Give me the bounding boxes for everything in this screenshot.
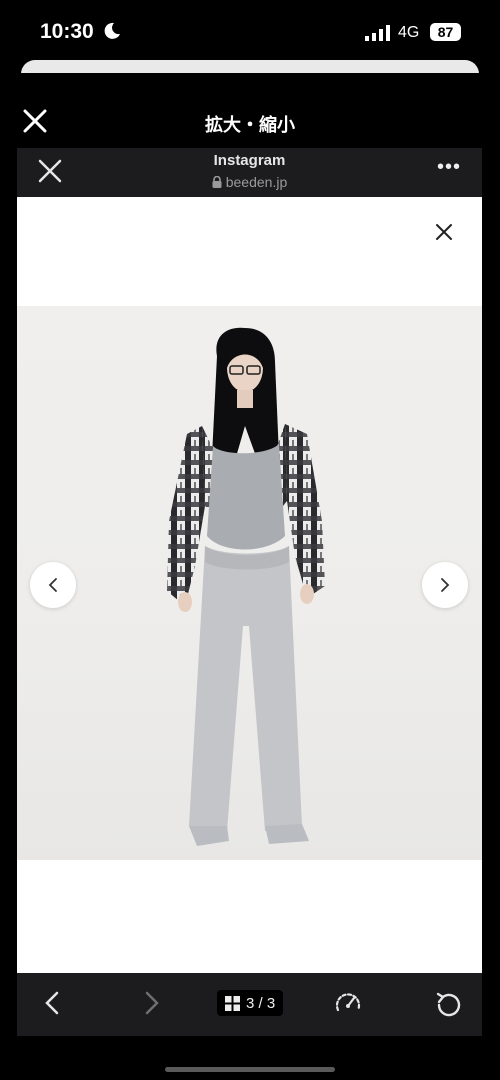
prev-image-button[interactable]: [30, 562, 76, 608]
chevron-right-icon: [441, 578, 450, 592]
web-page: [17, 197, 482, 973]
status-time: 10:30: [40, 20, 94, 43]
chevron-left-icon: [48, 578, 57, 592]
chevron-right-icon[interactable]: [142, 990, 162, 1016]
network-type: 4G: [398, 24, 420, 41]
page-indicator: 3 / 3: [246, 994, 276, 1012]
chevron-left-icon[interactable]: [42, 990, 62, 1016]
home-indicator: [165, 1067, 335, 1072]
url-text: beeden.jp: [225, 174, 288, 190]
product-photo: [17, 306, 482, 860]
close-icon[interactable]: [435, 223, 453, 241]
grid-icon: [225, 995, 240, 1011]
bottom-toolbar: 3 / 3: [17, 973, 482, 1036]
status-bar: 10:30 4G 87: [0, 0, 500, 64]
reload-icon[interactable]: [434, 989, 464, 1019]
battery-level: 87: [430, 23, 461, 41]
browser-title: Instagram: [213, 152, 286, 169]
page-switcher-button[interactable]: 3 / 3: [217, 990, 284, 1016]
moon-icon: [104, 22, 120, 39]
more-icon[interactable]: •••: [437, 156, 461, 179]
page-title: 拡大・縮小: [205, 115, 295, 135]
browser-url: beeden.jp: [17, 174, 482, 190]
model-figure: [167, 327, 325, 846]
lock-icon: [212, 176, 222, 188]
browser-bar: Instagram beeden.jp •••: [17, 148, 482, 197]
speedometer-icon[interactable]: [333, 989, 363, 1019]
signal-icon: [365, 25, 390, 41]
next-image-button[interactable]: [422, 562, 468, 608]
